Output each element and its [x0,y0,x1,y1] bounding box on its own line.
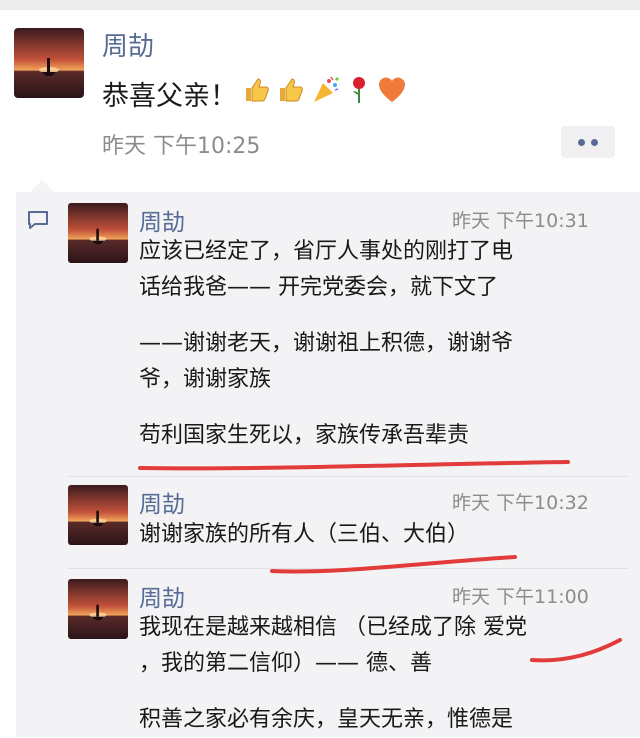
thumbs-up-icon [277,76,305,111]
comment-author-name[interactable]: 周劼 [139,485,185,519]
sunset-avatar-image [68,579,128,639]
comment-author-avatar[interactable] [68,579,128,639]
post-author-name[interactable]: 周劼 [102,26,154,63]
comment-line: 我现在是越来越相信 （已经成了除 爱党 [139,615,527,640]
comment-timestamp: 昨天 下午10:32 [452,492,589,514]
line-spacer [139,398,513,418]
comment-bubble-icon [28,211,48,229]
comment-text[interactable]: 我现在是越来越相信 （已经成了除 爱党 ，我的第二信仰）—— 德、善 积善之家必… [139,610,527,738]
post-content: 恭喜父亲！ [102,74,407,113]
sunset-avatar-image [14,28,84,98]
comment-text[interactable]: 谢谢家族的所有人（三伯、大伯） [139,517,469,553]
comment-line: ——谢谢老天，谢谢祖上积德，谢谢爷 [139,331,514,356]
line-spacer [139,306,513,326]
comments-pointer [30,180,54,192]
party-popper-icon [311,75,341,112]
comment-line: 爷，谢谢家族 [139,367,272,392]
comment-line: ，我的第二信仰）—— 德、善 [139,651,432,676]
comment-line: 苟利国家生死以，家族传承吾辈责 [139,423,470,448]
top-bar [0,0,640,10]
comment-line: 话给我爸—— 开完党委会，就下文了 [139,275,498,300]
dot-icon [578,138,585,146]
comment-divider [68,476,628,477]
line-spacer [139,682,527,702]
sunset-avatar-image [68,485,128,545]
thumbs-up-icon [243,76,271,111]
dot-icon [591,138,598,146]
post-more-button[interactable] [561,126,615,158]
comment-timestamp: 昨天 下午11:00 [452,586,589,608]
comment-line: 谢谢家族的所有人（三伯、大伯） [139,522,470,547]
post-author-avatar[interactable] [14,28,84,98]
comment-author-avatar[interactable] [68,485,128,545]
heart-icon [377,76,407,111]
comment-author-avatar[interactable] [68,203,128,263]
sunset-avatar-image [68,203,128,263]
comment-text[interactable]: 应该已经定了，省厅人事处的刚打了电 话给我爸—— 开完党委会，就下文了 ——谢谢… [139,234,513,454]
rose-icon [347,75,371,112]
post-timestamp: 昨天 下午10:25 [102,134,261,159]
post-text: 恭喜父亲！ [102,81,237,112]
comment-author-name[interactable]: 周劼 [139,579,185,613]
comment-line: 应该已经定了，省厅人事处的刚打了电 [139,239,514,264]
comment-divider [68,568,628,569]
comment-line: 积善之家必有余庆，皇天无亲，惟德是 [139,707,514,732]
comment-timestamp: 昨天 下午10:31 [452,210,589,232]
comment-author-name[interactable]: 周劼 [139,203,185,237]
